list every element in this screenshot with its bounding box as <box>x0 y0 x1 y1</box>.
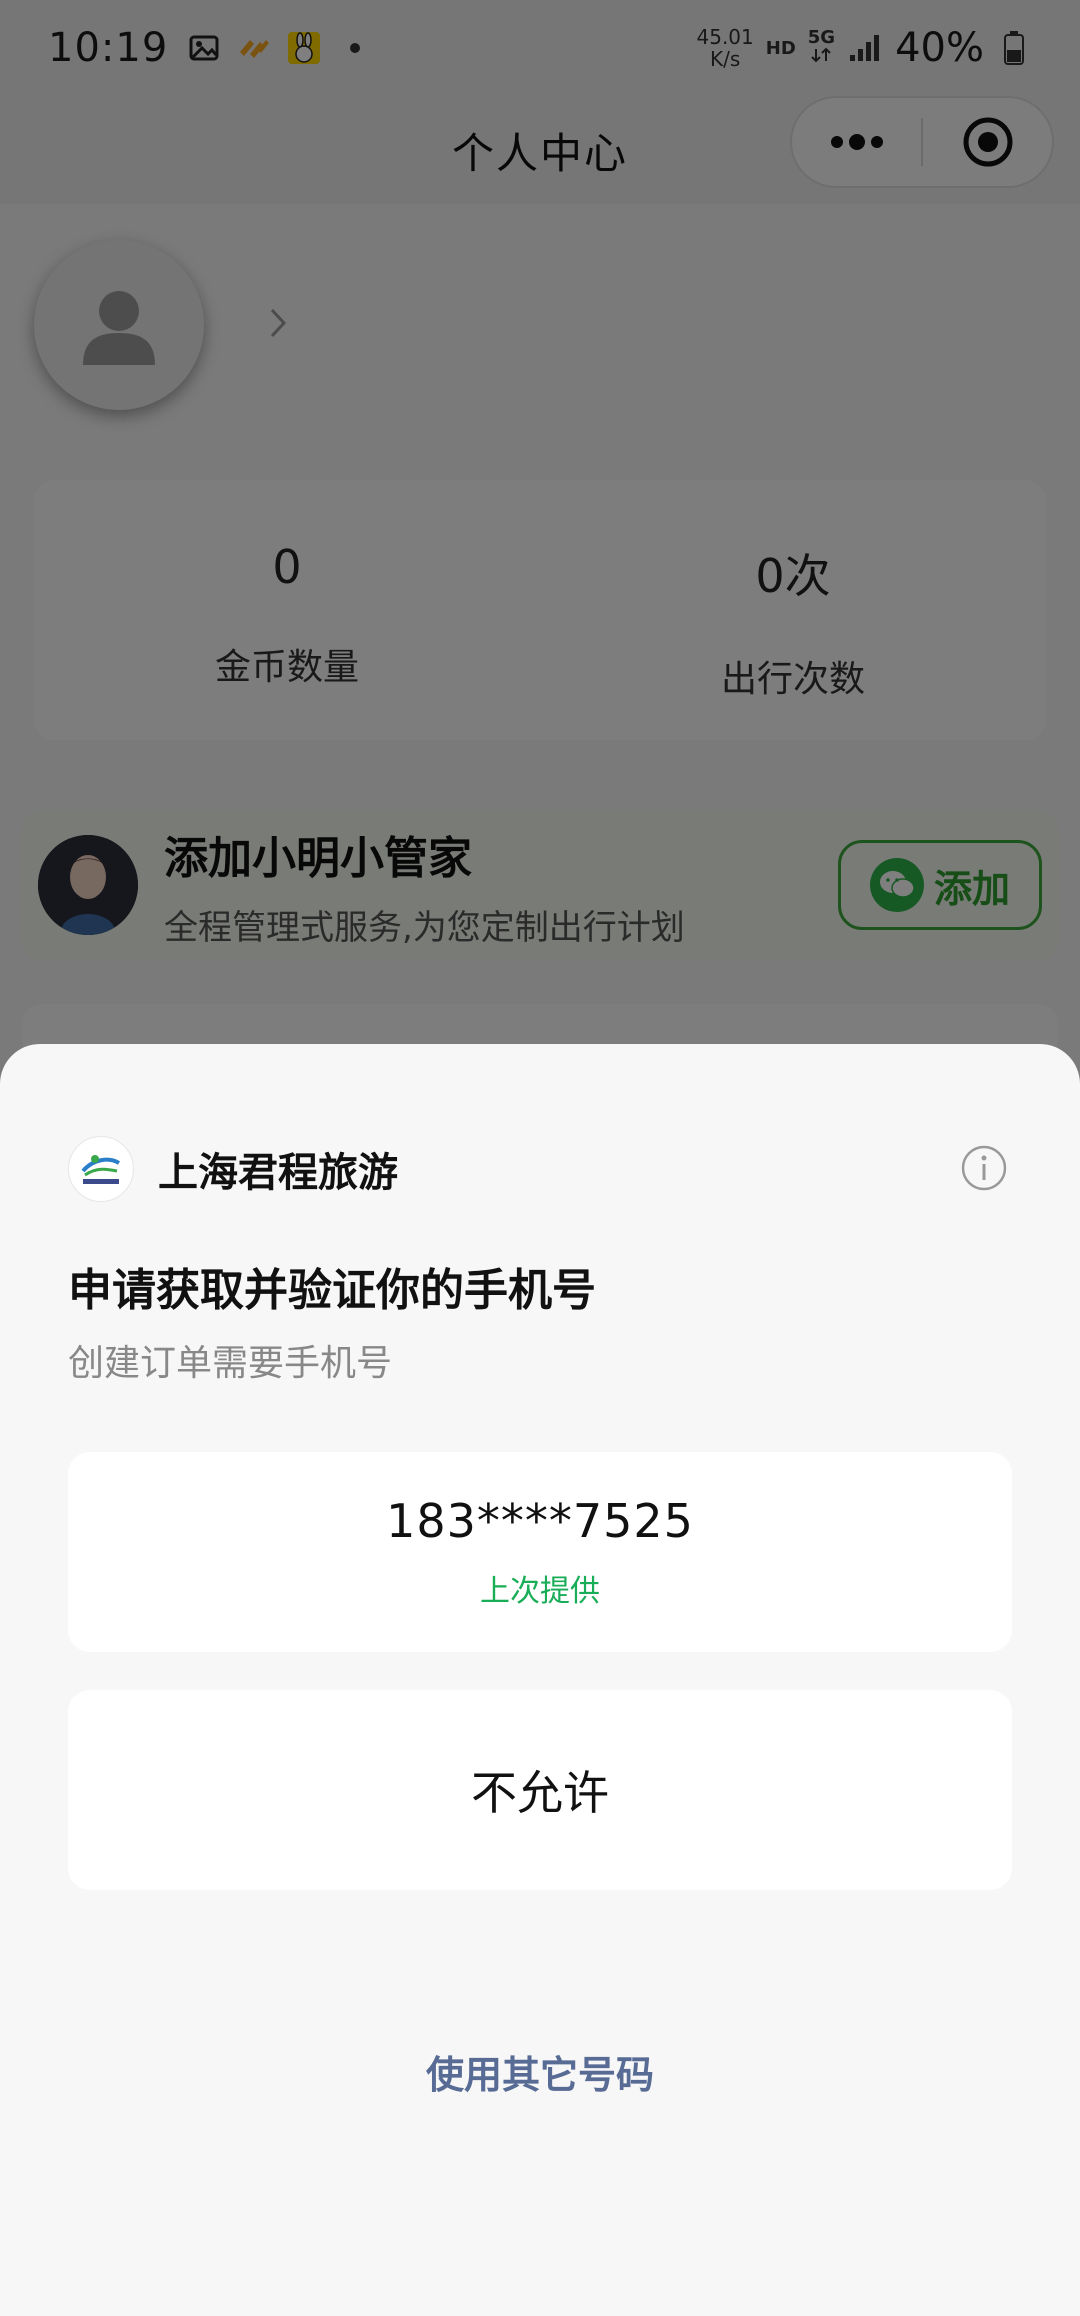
sheet-title: 申请获取并验证你的手机号 <box>68 1265 596 1316</box>
app-name: 上海君程旅游 <box>158 1150 398 1196</box>
deny-button[interactable]: 不允许 <box>68 1690 1012 1890</box>
sheet-header: 上海君程旅游 <box>68 1136 398 1202</box>
screen: 10:19 45.01 K/s HD 5G <box>0 0 1080 2316</box>
phone-number-option[interactable]: 183****7525 上次提供 <box>68 1452 1012 1652</box>
phone-number: 183****7525 <box>386 1494 694 1548</box>
phone-permission-sheet: 上海君程旅游 申请获取并验证你的手机号 创建订单需要手机号 183****752… <box>0 1044 1080 2316</box>
deny-label: 不允许 <box>471 1766 609 1820</box>
app-logo <box>68 1136 134 1202</box>
use-other-number-link[interactable]: 使用其它号码 <box>0 2044 1080 2099</box>
sheet-description: 创建订单需要手机号 <box>68 1343 393 1384</box>
info-button[interactable] <box>960 1144 1008 1192</box>
info-icon <box>961 1145 1007 1191</box>
last-provided-tag: 上次提供 <box>480 1574 600 1609</box>
